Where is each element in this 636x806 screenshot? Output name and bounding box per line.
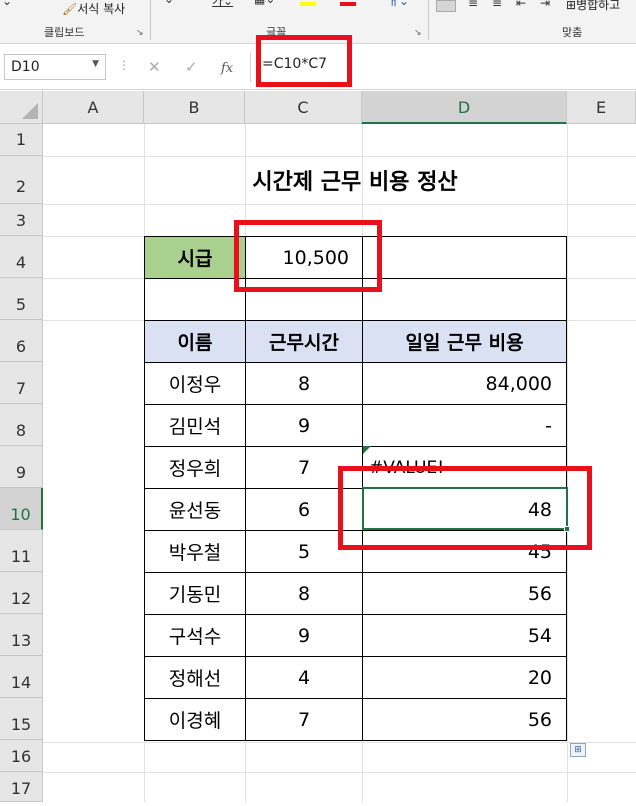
gridline bbox=[567, 124, 568, 802]
group-divider bbox=[150, 0, 151, 40]
cost-cell[interactable]: 54 bbox=[362, 614, 567, 657]
hours-cell[interactable]: 4 bbox=[245, 656, 363, 699]
name-cell[interactable]: 기동민 bbox=[144, 572, 246, 615]
dialog-launcher-icon[interactable]: ↘ bbox=[414, 28, 422, 38]
highlight-box-wage bbox=[234, 220, 382, 292]
name-cell[interactable]: 구석수 bbox=[144, 614, 246, 657]
chevron-down-icon[interactable]: ▼ bbox=[92, 59, 99, 69]
divider bbox=[250, 52, 251, 82]
empty-cell[interactable] bbox=[362, 278, 567, 321]
row-header-15[interactable]: 15 bbox=[0, 698, 43, 740]
header-name[interactable]: 이름 bbox=[144, 320, 246, 363]
cost-cell[interactable]: 56 bbox=[362, 698, 567, 741]
name-cell[interactable]: 정우희 bbox=[144, 446, 246, 489]
format-painter-button[interactable]: 🖌서식 복사 bbox=[62, 0, 125, 17]
enter-icon[interactable]: ✓ bbox=[185, 58, 198, 76]
quick-analysis-icon[interactable]: ⊞ bbox=[570, 743, 586, 757]
brush-icon: 🖌 bbox=[62, 2, 78, 16]
more-options-icon[interactable]: ⋮ bbox=[118, 58, 130, 72]
column-header-c[interactable]: C bbox=[245, 91, 362, 124]
merge-icon: ⊞ bbox=[566, 0, 577, 12]
row-header-5[interactable]: 5 bbox=[0, 278, 43, 320]
cost-cell[interactable]: 20 bbox=[362, 656, 567, 699]
row-header-4[interactable]: 4 bbox=[0, 236, 43, 278]
decrease-indent-icon[interactable]: ⇤ bbox=[516, 0, 526, 10]
font-color-icon[interactable] bbox=[340, 2, 356, 6]
gridline bbox=[43, 772, 636, 773]
name-cell[interactable]: 이경혜 bbox=[144, 698, 246, 741]
row-header-14[interactable]: 14 bbox=[0, 656, 43, 698]
row-header-3[interactable]: 3 bbox=[0, 204, 43, 236]
clipboard-group-label: 클립보드 bbox=[44, 26, 85, 39]
row-header-8[interactable]: 8 bbox=[0, 404, 43, 446]
gridline bbox=[43, 742, 636, 743]
hours-cell[interactable]: 8 bbox=[245, 572, 363, 615]
row-header-6[interactable]: 6 bbox=[0, 320, 43, 362]
increase-indent-icon[interactable]: ⇥ bbox=[540, 0, 550, 10]
header-daily-cost[interactable]: 일일 근무 비용 bbox=[362, 320, 567, 363]
row-header-9[interactable]: 9 bbox=[0, 446, 43, 488]
header-hours[interactable]: 근무시간 bbox=[245, 320, 363, 363]
column-header-d[interactable]: D bbox=[362, 91, 567, 124]
name-cell[interactable]: 이정우 bbox=[144, 362, 246, 405]
hours-cell[interactable]: 9 bbox=[245, 404, 363, 447]
gridline bbox=[43, 204, 636, 205]
wage-label-cell[interactable]: 시급 bbox=[144, 236, 246, 279]
column-header-b[interactable]: B bbox=[144, 91, 245, 124]
insert-function-icon[interactable]: fx bbox=[221, 58, 233, 76]
underline-icon[interactable]: 가⌄ bbox=[212, 0, 233, 9]
highlight-box-formula bbox=[256, 35, 352, 87]
font-size-down-icon[interactable]: ⌄ bbox=[164, 0, 174, 6]
align-left-icon[interactable] bbox=[436, 0, 456, 12]
cost-cell[interactable]: 84,000 bbox=[362, 362, 567, 405]
row-header-7[interactable]: 7 bbox=[0, 362, 43, 404]
align-right-icon[interactable]: ≡ bbox=[492, 0, 502, 10]
name-cell[interactable]: 정해선 bbox=[144, 656, 246, 699]
row-header-1[interactable]: 1 bbox=[0, 124, 43, 156]
chevron-down-icon[interactable]: ⌄ bbox=[2, 0, 12, 8]
phonetic-icon[interactable]: ㅐ⌄ bbox=[388, 0, 409, 9]
group-divider bbox=[428, 0, 429, 40]
row-header-12[interactable]: 12 bbox=[0, 572, 43, 614]
cost-cell[interactable]: - bbox=[362, 404, 567, 447]
cost-cell[interactable]: 56 bbox=[362, 572, 567, 615]
name-cell[interactable]: 윤선동 bbox=[144, 488, 246, 531]
select-all-button[interactable] bbox=[0, 91, 43, 124]
column-header-a[interactable]: A bbox=[43, 91, 144, 124]
row-header-2[interactable]: 2 bbox=[0, 156, 43, 204]
row-header-11[interactable]: 11 bbox=[0, 530, 43, 572]
row-header-17[interactable]: 17 bbox=[0, 772, 43, 802]
merge-center-button[interactable]: ⊞병합하고 bbox=[566, 0, 620, 13]
dialog-launcher-icon[interactable]: ↘ bbox=[136, 28, 144, 38]
name-box[interactable]: D10 ▼ bbox=[4, 54, 106, 80]
column-header-e[interactable]: E bbox=[567, 91, 636, 124]
sheet-title[interactable]: 시간제 근무 비용 정산 bbox=[144, 156, 566, 204]
row-header-16[interactable]: 16 bbox=[0, 740, 43, 772]
row-header-10[interactable]: 10 bbox=[0, 488, 43, 530]
empty-cell[interactable] bbox=[144, 278, 246, 321]
name-cell[interactable]: 김민석 bbox=[144, 404, 246, 447]
empty-cell[interactable] bbox=[362, 236, 567, 279]
hours-cell[interactable]: 7 bbox=[245, 698, 363, 741]
border-icon[interactable]: ▦⌄ bbox=[254, 0, 275, 6]
error-indicator-icon[interactable] bbox=[363, 446, 371, 454]
fill-color-icon[interactable] bbox=[300, 2, 316, 6]
cancel-icon[interactable]: ✕ bbox=[148, 58, 161, 76]
highlight-box-result bbox=[338, 466, 592, 550]
hours-cell[interactable]: 8 bbox=[245, 362, 363, 405]
name-cell[interactable]: 박우철 bbox=[144, 530, 246, 573]
align-center-icon[interactable]: ≡ bbox=[468, 0, 478, 10]
alignment-group-label: 맞춤 bbox=[562, 26, 583, 39]
row-header-13[interactable]: 13 bbox=[0, 614, 43, 656]
hours-cell[interactable]: 9 bbox=[245, 614, 363, 657]
